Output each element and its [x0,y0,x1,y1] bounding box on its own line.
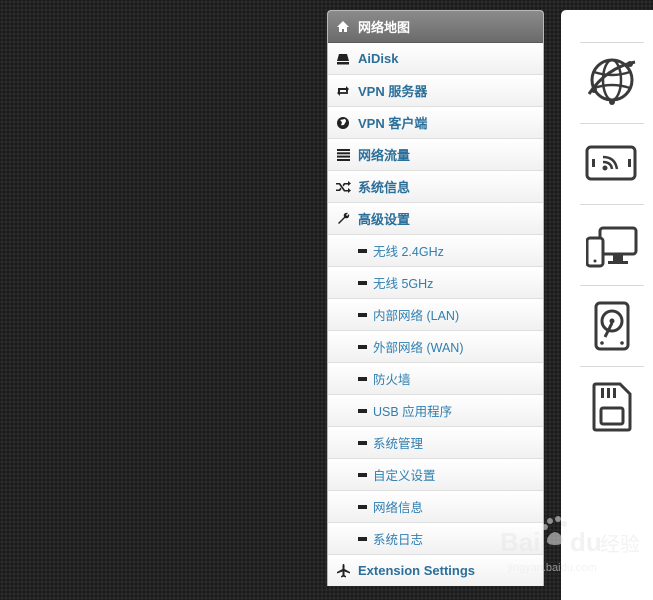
menu-item-label: 网络流量 [358,148,411,163]
submenu-item-custom[interactable]: 自定义设置 [328,459,543,491]
divider [580,123,644,124]
retweet-icon [328,85,358,97]
menu-item-network-map[interactable]: 网络地图 [328,11,543,43]
submenu-item-network-info[interactable]: 网络信息 [328,491,543,523]
disk-icon [328,53,358,65]
dash-icon [328,280,374,285]
menu-item-label: VPN 服务器 [358,84,428,99]
submenu-item-label: 内部网络 (LAN) [373,309,460,323]
menu-item-label: AiDisk [358,51,399,66]
divider [580,285,644,286]
dash-icon [328,376,374,381]
menu-item-label: 系统信息 [358,180,411,195]
wrench-icon [328,212,358,225]
menu-item-vpn-server[interactable]: VPN 服务器 [328,75,543,107]
shuffle-icon [328,180,358,193]
menu-item-vpn-client[interactable]: VPN 客户端 [328,107,543,139]
menu-item-label: 高级设置 [358,212,411,227]
globe-network-icon [587,58,636,105]
wireless-status[interactable] [580,125,644,205]
submenu-item-syslog[interactable]: 系统日志 [328,523,543,555]
submenu-item-wan[interactable]: 外部网络 (WAN) [328,331,543,363]
internet-status[interactable] [580,44,644,124]
menu-item-label: VPN 客户端 [358,116,428,131]
menu-item-extension-settings[interactable]: Extension Settings [328,555,543,586]
clients-status[interactable]: 6 [580,206,644,286]
submenu-item-wireless-5[interactable]: 无线 5GHz [328,267,543,299]
menu-item-traffic[interactable]: 网络流量 [328,139,543,171]
dash-icon [328,248,374,253]
submenu-item-usb-apps[interactable]: USB 应用程序 [328,395,543,427]
submenu-item-firewall[interactable]: 防火墙 [328,363,543,395]
sd-card-status[interactable] [580,368,644,448]
submenu-item-admin[interactable]: 系统管理 [328,427,543,459]
submenu-item-label: 外部网络 (WAN) [373,341,464,355]
home-icon [328,20,358,33]
menu-item-label: 网络地图 [358,20,411,35]
list-icon [328,148,358,161]
dash-icon [328,472,374,477]
status-panel: 6 [561,10,653,600]
side-menu: 网络地图 AiDisk VPN 服务器 VPN 客户端 网络流量 系统信息 高级… [327,10,544,586]
submenu-item-label: 防火墙 [373,373,411,387]
submenu-item-label: 无线 5GHz [373,277,434,291]
submenu-item-lan[interactable]: 内部网络 (LAN) [328,299,543,331]
dash-icon [328,408,374,413]
submenu-item-label: USB 应用程序 [373,405,453,419]
hdd-icon [594,301,630,351]
divider [580,366,644,367]
devices-icon [586,226,638,268]
plane-icon [328,563,358,578]
menu-item-label: Extension Settings [358,563,476,578]
submenu-item-wireless-24[interactable]: 无线 2.4GHz [328,235,543,267]
submenu-item-label: 系统管理 [373,437,424,451]
submenu-item-label: 系统日志 [373,533,424,547]
submenu-item-label: 无线 2.4GHz [373,245,444,259]
dash-icon [328,312,374,317]
dash-icon [328,440,374,445]
submenu-item-label: 网络信息 [373,501,424,515]
dash-icon [328,344,374,349]
divider [580,42,644,43]
usb-disk-status[interactable] [580,287,644,367]
wifi-device-icon [585,145,637,181]
menu-item-advanced[interactable]: 高级设置 [328,203,543,235]
dash-icon [328,536,374,541]
menu-item-aidisk[interactable]: AiDisk [328,43,543,75]
divider [580,204,644,205]
menu-item-system-info[interactable]: 系统信息 [328,171,543,203]
submenu-item-label: 自定义设置 [373,469,436,483]
globe-icon [328,116,358,130]
sd-card-icon [592,382,632,432]
dash-icon [328,504,374,509]
